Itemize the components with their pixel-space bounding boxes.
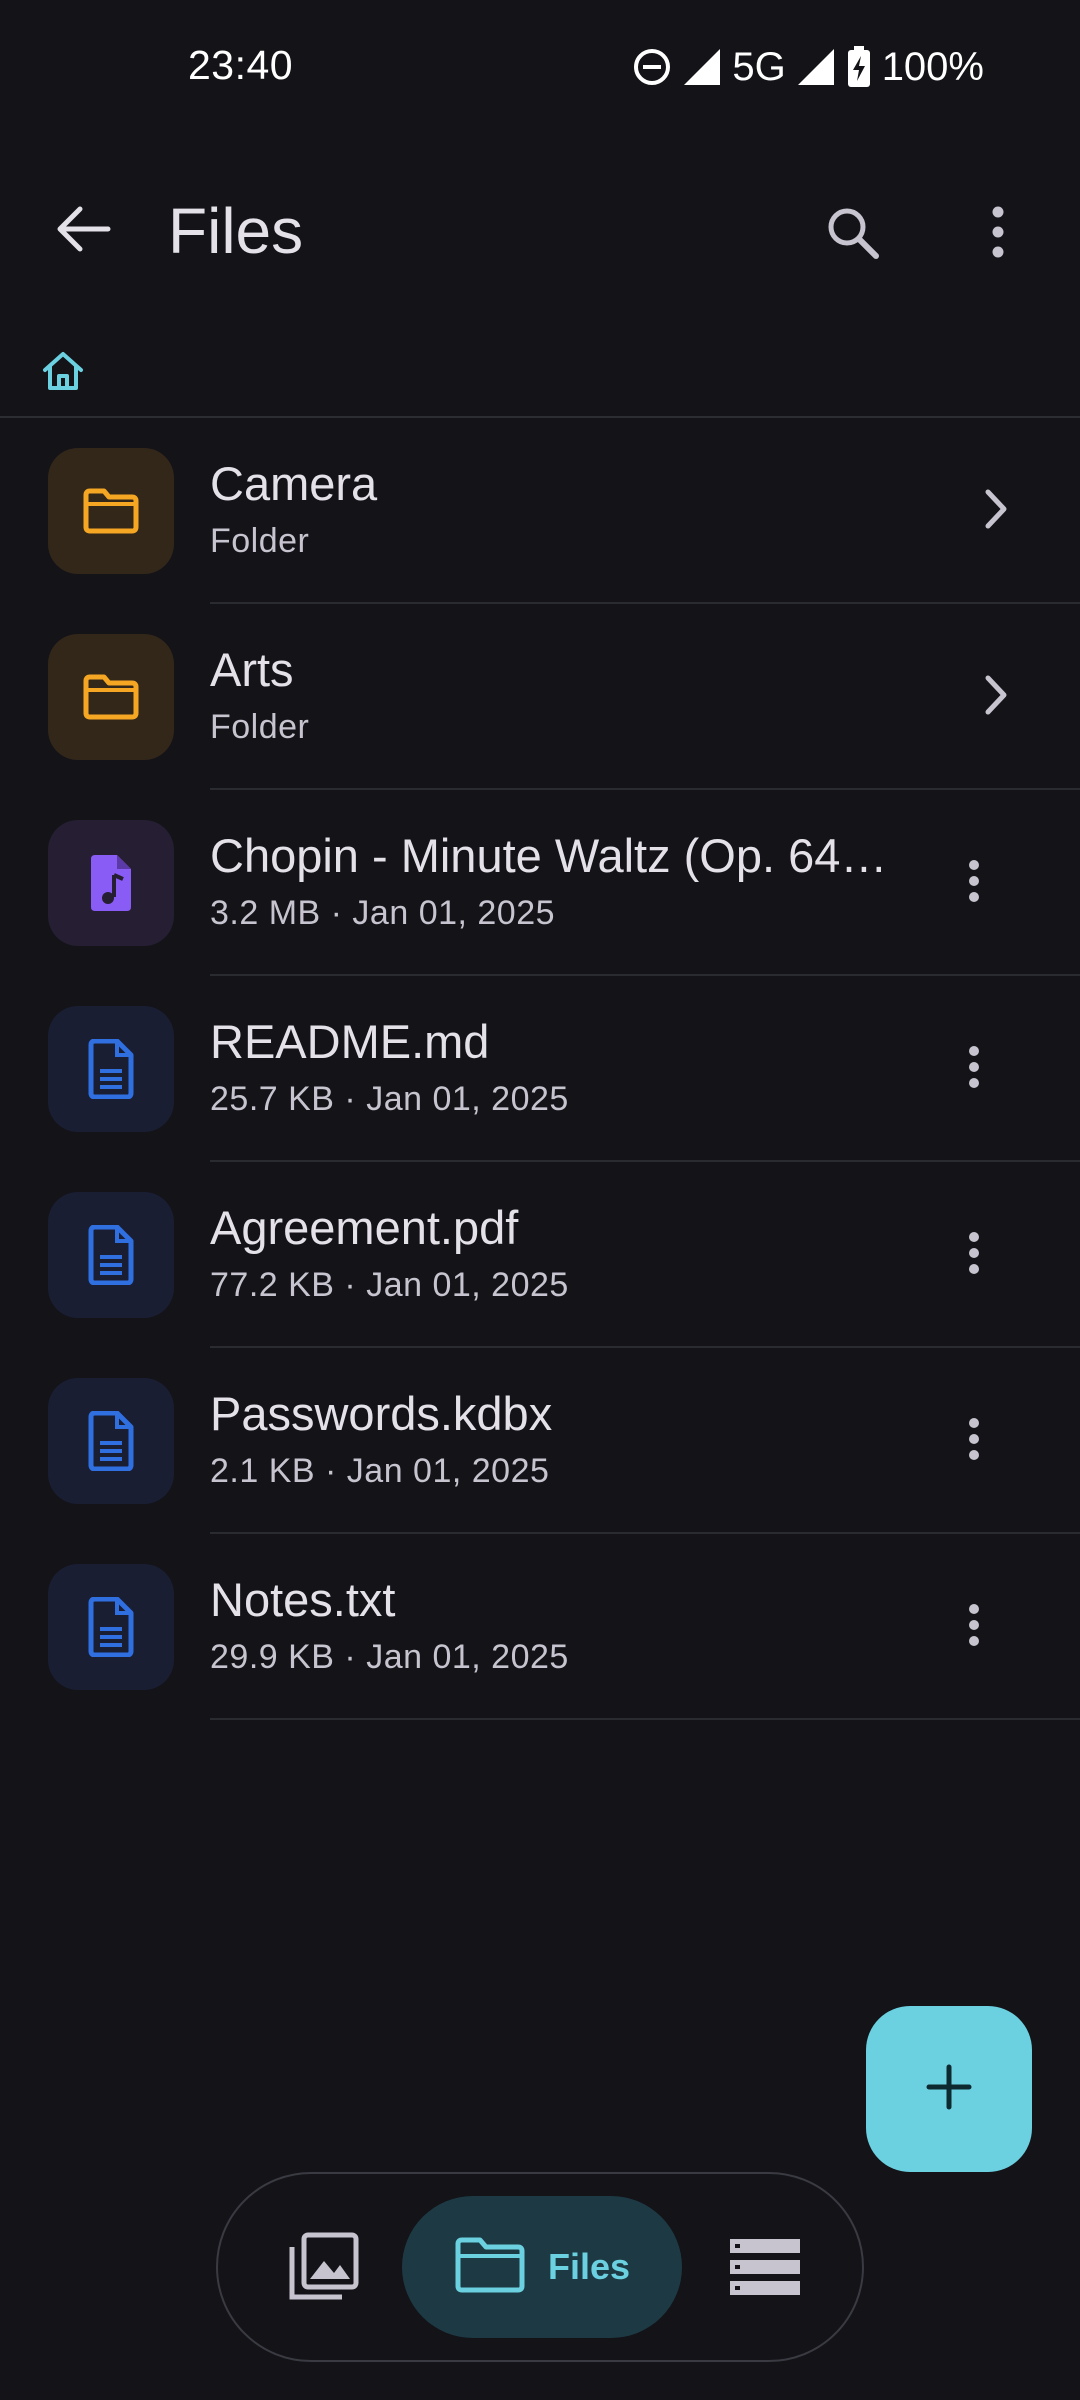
signal-icon [682, 47, 722, 87]
item-more-button[interactable] [936, 1031, 1012, 1107]
item-meta: Folder [210, 522, 310, 560]
nav-gallery[interactable] [278, 2224, 368, 2314]
chevron-right-icon [983, 488, 1009, 535]
breadcrumb-home[interactable] [36, 346, 90, 400]
dnd-icon [632, 47, 672, 87]
back-button[interactable] [44, 198, 124, 264]
item-meta: 25.7 KB · Jan 01, 2025 [210, 1080, 569, 1118]
list-item[interactable]: Chopin - Minute Waltz (Op. 64… 3.2 MB · … [0, 790, 1080, 976]
battery-charging-icon [846, 46, 872, 88]
document-icon [48, 1006, 174, 1132]
item-meta: 2.1 KB · Jan 01, 2025 [210, 1452, 550, 1490]
more-vert-icon [967, 1417, 981, 1466]
home-icon [41, 350, 85, 397]
list-item[interactable]: README.md 25.7 KB · Jan 01, 2025 [0, 976, 1080, 1162]
list-item[interactable]: Agreement.pdf 77.2 KB · Jan 01, 2025 [0, 1162, 1080, 1348]
more-vert-icon [967, 859, 981, 908]
search-icon [824, 204, 880, 265]
document-icon [48, 1378, 174, 1504]
add-icon [925, 2063, 973, 2116]
nav-storage[interactable] [720, 2224, 810, 2314]
item-name: Notes.txt [210, 1573, 396, 1626]
open-folder-button[interactable] [958, 473, 1034, 549]
item-more-button[interactable] [936, 845, 1012, 921]
audio-file-icon [48, 820, 174, 946]
status-bar: 23:40 5G 100% [0, 0, 1080, 136]
list-item[interactable]: Arts Folder [0, 604, 1080, 790]
open-folder-button[interactable] [958, 659, 1034, 735]
more-vert-icon [967, 1231, 981, 1280]
more-options-button[interactable] [958, 194, 1038, 274]
nav-files[interactable]: Files [402, 2196, 682, 2338]
add-button[interactable] [866, 2006, 1032, 2172]
file-list: Camera Folder Arts Folder Chopin - Minut… [0, 418, 1080, 1720]
document-icon [48, 1192, 174, 1318]
battery-level: 100% [881, 44, 984, 89]
status-icons: 5G 100% [632, 42, 984, 92]
arrow-back-icon [56, 205, 112, 258]
more-vert-icon [967, 1603, 981, 1652]
page-title: Files [168, 195, 304, 267]
item-more-button[interactable] [936, 1217, 1012, 1293]
divider [210, 1718, 1080, 1720]
photo-library-icon [286, 2231, 360, 2308]
item-meta: 3.2 MB · Jan 01, 2025 [210, 894, 556, 932]
item-name: Agreement.pdf [210, 1201, 519, 1254]
breadcrumb [0, 340, 1080, 418]
item-meta: 29.9 KB · Jan 01, 2025 [210, 1638, 569, 1676]
bottom-navigation: Files [216, 2172, 864, 2362]
item-more-button[interactable] [936, 1589, 1012, 1665]
item-name: Passwords.kdbx [210, 1387, 553, 1440]
folder-icon [48, 448, 174, 574]
search-button[interactable] [812, 194, 892, 274]
item-name: Chopin - Minute Waltz (Op. 64… [210, 829, 888, 882]
more-vert-icon [967, 1045, 981, 1094]
item-name: Arts [210, 643, 294, 696]
nav-files-label: Files [547, 2246, 631, 2287]
top-app-bar: Files [0, 176, 1080, 286]
item-meta: 77.2 KB · Jan 01, 2025 [210, 1266, 569, 1304]
item-name: Camera [210, 457, 378, 510]
list-item[interactable]: Passwords.kdbx 2.1 KB · Jan 01, 2025 [0, 1348, 1080, 1534]
list-item[interactable]: Camera Folder [0, 418, 1080, 604]
network-type: 5G [732, 44, 786, 89]
list-item[interactable]: Notes.txt 29.9 KB · Jan 01, 2025 [0, 1534, 1080, 1720]
status-time: 23:40 [188, 42, 294, 88]
item-more-button[interactable] [936, 1403, 1012, 1479]
signal-icon [796, 47, 836, 87]
more-vert-icon [990, 206, 1006, 263]
document-icon [48, 1564, 174, 1690]
chevron-right-icon [983, 674, 1009, 721]
folder-icon [454, 2236, 526, 2299]
storage-icon [728, 2237, 802, 2302]
folder-icon [48, 634, 174, 760]
item-name: README.md [210, 1015, 490, 1068]
item-meta: Folder [210, 708, 310, 746]
